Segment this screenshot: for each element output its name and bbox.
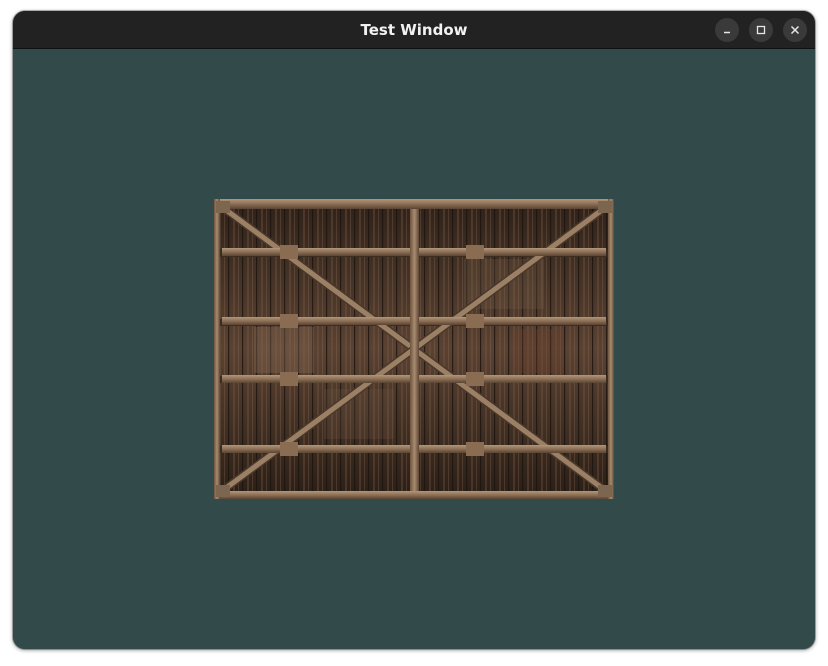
maximize-button[interactable] (749, 18, 773, 42)
minimize-icon (724, 31, 730, 34)
render-area[interactable] (13, 49, 815, 649)
maximize-icon (756, 25, 766, 35)
minimize-button[interactable] (715, 18, 739, 42)
window-title: Test Window (360, 20, 468, 39)
app-window: Test Window (13, 11, 815, 649)
close-icon (790, 25, 800, 35)
wood-texture-image (214, 199, 614, 499)
title-bar[interactable]: Test Window (13, 11, 815, 49)
close-button[interactable] (783, 18, 807, 42)
window-controls (715, 18, 807, 42)
